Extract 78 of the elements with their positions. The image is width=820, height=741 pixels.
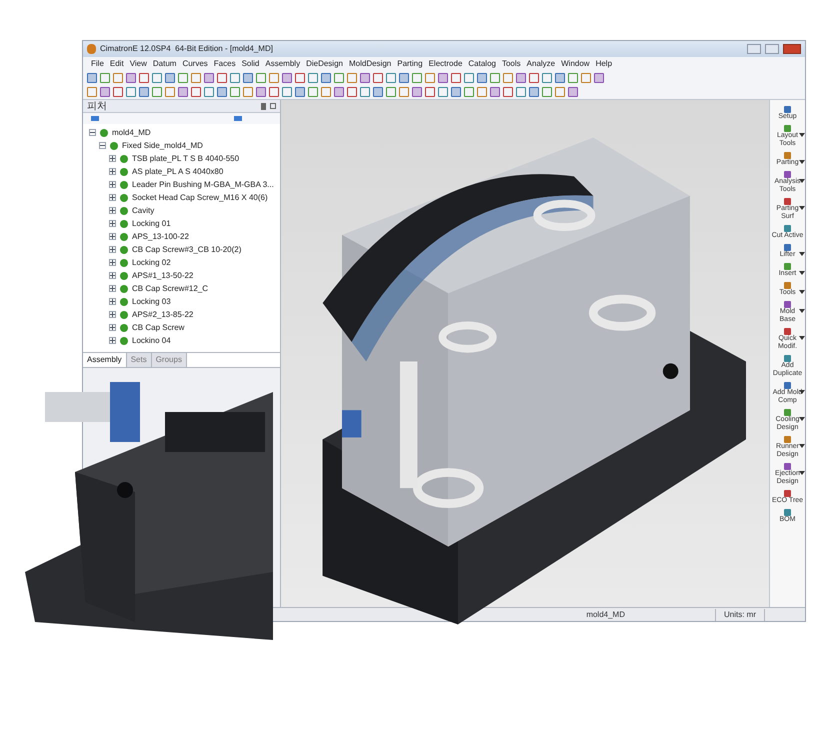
menu-item[interactable]: View (130, 58, 147, 70)
expand-icon[interactable] (109, 337, 116, 344)
close-icon[interactable] (270, 103, 276, 109)
tool-icon (784, 436, 791, 443)
tool-icon (784, 125, 791, 132)
tool-icon (784, 106, 791, 113)
tool-icon (784, 328, 791, 335)
tool-icon (784, 263, 791, 270)
tree-item[interactable]: CB Cap Screw#3_CB 10-20(2) (132, 244, 242, 256)
menu-item[interactable]: Help (596, 58, 612, 70)
tree-item[interactable]: Fixed Side_mold4_MD (122, 140, 203, 152)
tool-icon (784, 198, 791, 205)
tool-icon (784, 490, 791, 497)
tree-item[interactable]: Locking 03 (132, 296, 171, 308)
tree-item[interactable]: Locking 01 (132, 218, 171, 230)
panel-title: 피처 (87, 100, 107, 114)
expand-icon[interactable] (109, 311, 116, 318)
menu-item[interactable]: Edit (110, 58, 124, 70)
expand-icon[interactable] (109, 324, 116, 331)
tool-icon (784, 171, 791, 178)
expand-icon[interactable] (109, 220, 116, 227)
tool-icon (784, 409, 791, 416)
minimize-icon[interactable] (747, 44, 761, 54)
collapse-icon[interactable] (99, 142, 106, 149)
menu-item[interactable]: Window (561, 58, 590, 70)
menu-item[interactable]: DieDesign (306, 58, 343, 70)
tree-item[interactable]: CB Cap Screw (132, 322, 184, 334)
maximize-icon[interactable] (765, 44, 779, 54)
tree-item[interactable]: Leader Pin Bushing M-GBA_M-GBA 3... (132, 178, 274, 190)
menu-item[interactable]: Catalog (468, 58, 496, 70)
expand-icon[interactable] (109, 298, 116, 305)
expand-icon[interactable] (109, 259, 116, 266)
menu-item[interactable]: Curves (182, 58, 208, 70)
menu-item[interactable]: Electrode (428, 58, 462, 70)
window-title: CimatronE 12.0SP4 64-Bit Edition - [mold4_MD] (100, 43, 273, 55)
tree-item[interactable]: AS plate_PL A S 4040x80 (132, 166, 224, 178)
tool-icon (784, 509, 791, 516)
tool-icon (784, 463, 791, 470)
tree-item[interactable]: APS#2_13-85-22 (132, 308, 194, 320)
tool-icon (784, 355, 791, 362)
tool-icon (784, 225, 791, 232)
tree-item[interactable]: APS_13-100-22 (132, 230, 189, 242)
menu-item[interactable]: MoldDesign (348, 58, 392, 70)
expand-icon[interactable] (109, 246, 116, 253)
expand-icon[interactable] (109, 272, 116, 279)
menu-item[interactable]: File (91, 58, 104, 70)
expand-icon[interactable] (109, 155, 116, 162)
expand-icon[interactable] (109, 207, 116, 214)
menu-item[interactable]: Datum (152, 58, 176, 70)
tree-item[interactable]: TSB plate_PL T S B 4040-550 (132, 152, 240, 164)
pin-icon[interactable] (261, 102, 266, 110)
menu-item[interactable]: Tools (502, 58, 521, 70)
tool-icon (784, 282, 791, 289)
tree-item[interactable]: CB Cap Screw#12_C (132, 282, 208, 294)
tree-item[interactable]: APS#1_13-50-22 (132, 270, 194, 282)
menu-item[interactable]: Analyze (526, 58, 556, 70)
tree-item[interactable]: Socket Head Cap Screw_M16 X 40(6) (132, 192, 268, 204)
tree-item[interactable]: Locking 02 (132, 256, 171, 268)
expand-icon[interactable] (109, 194, 116, 201)
menu-item[interactable]: Parting (397, 58, 423, 70)
expand-icon[interactable] (109, 233, 116, 240)
tree-item[interactable]: Lockino 04 (132, 334, 171, 346)
menu-item[interactable]: Solid (242, 58, 260, 70)
app-icon (87, 44, 96, 54)
tool-icon (784, 244, 791, 251)
collapse-icon[interactable] (89, 129, 96, 136)
expand-icon[interactable] (109, 285, 116, 292)
tree-item[interactable]: mold4_MD (112, 126, 151, 138)
expand-icon[interactable] (109, 168, 116, 175)
status-units: Units: mr (715, 608, 765, 620)
menu-item[interactable]: Faces (214, 58, 236, 70)
tool-icon (784, 301, 791, 308)
menu-item[interactable]: Assembly (265, 58, 300, 70)
status-file: mold4_MD (586, 608, 625, 620)
tool-icon (784, 382, 791, 389)
tool-icon (784, 152, 791, 159)
expand-icon[interactable] (109, 181, 116, 188)
tree-item[interactable]: Cavity (132, 204, 154, 216)
